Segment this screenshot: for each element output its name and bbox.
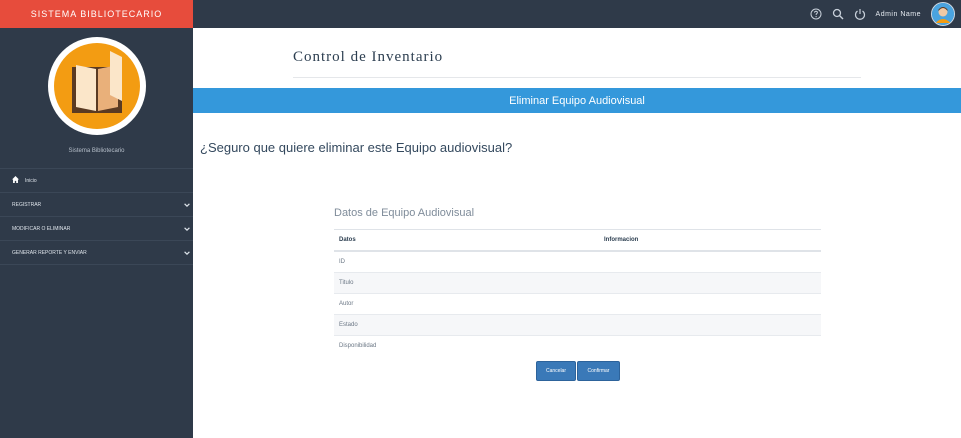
sidebar-item-modificar-eliminar[interactable]: MODIFICAR O ELIMINAR [0,217,193,241]
power-icon[interactable] [854,8,866,20]
table-row: Titulo [334,272,821,294]
sidebar-menu: Inicio REGISTRAR MODIFICAR O ELIMINAR GE… [0,168,193,265]
table-cell: Estado [334,314,599,336]
divider [293,77,861,78]
table-cell [599,293,821,315]
table-cell [599,251,821,273]
table-cell [599,272,821,294]
user-avatar-icon[interactable] [931,2,955,26]
page-title: Control de Inventario [293,49,444,65]
sidebar-item-label: MODIFICAR O ELIMINAR [12,225,71,232]
table-header-row: Datos Informacion [334,229,821,252]
table-cell: Disponibilidad [339,343,377,349]
table-cell: Autor [334,293,599,315]
details-table: Datos Informacion ID Titulo Autor Estado… [334,229,821,356]
cancel-button[interactable]: Cancelar [536,361,576,381]
sidebar-item-label: GENERAR REPORTE Y ENVIAR [12,249,87,256]
table-cell [599,336,821,357]
table-row: Estado [334,314,821,336]
column-header: Datos [334,229,599,252]
topbar: Admin Name [193,0,961,28]
table-cell [599,314,821,336]
profile-avatar [48,37,146,135]
panel-title: Datos de Equipo Audiovisual [334,207,475,219]
section-banner: Eliminar Equipo Audiovisual [193,88,961,113]
table-row: Disponibilidad [334,336,821,357]
admin-name[interactable]: Admin Name [876,11,921,18]
table-cell: ID [334,251,599,273]
home-icon [12,176,19,185]
column-header: Informacion [599,229,821,252]
sidebar-item-label: Inicio [25,177,37,184]
confirmation-question: ¿Seguro que quiere eliminar este Equipo … [200,140,513,155]
sidebar: SISTEMA BIBLIOTECARIO Sistema Biblioteca… [0,0,193,438]
search-icon[interactable] [832,8,844,20]
chevron-down-icon [184,250,190,256]
help-icon[interactable] [810,8,822,20]
brand-title[interactable]: SISTEMA BIBLIOTECARIO [0,0,193,28]
topbar-actions: Admin Name [810,0,955,28]
sidebar-item-inicio[interactable]: Inicio [0,169,193,193]
confirm-button[interactable]: Confirmar [577,361,620,381]
chevron-down-icon [184,226,190,232]
table-cell: Titulo [334,272,599,294]
sidebar-item-generar-reporte[interactable]: GENERAR REPORTE Y ENVIAR [0,241,193,265]
table-row: ID [334,251,821,273]
table-row: Autor [334,293,821,315]
sidebar-user-title: Sistema Bibliotecario [68,148,125,154]
sidebar-item-registrar[interactable]: REGISTRAR [0,193,193,217]
chevron-down-icon [184,202,190,208]
sidebar-item-label: REGISTRAR [12,201,42,208]
book-logo-icon [54,43,140,129]
